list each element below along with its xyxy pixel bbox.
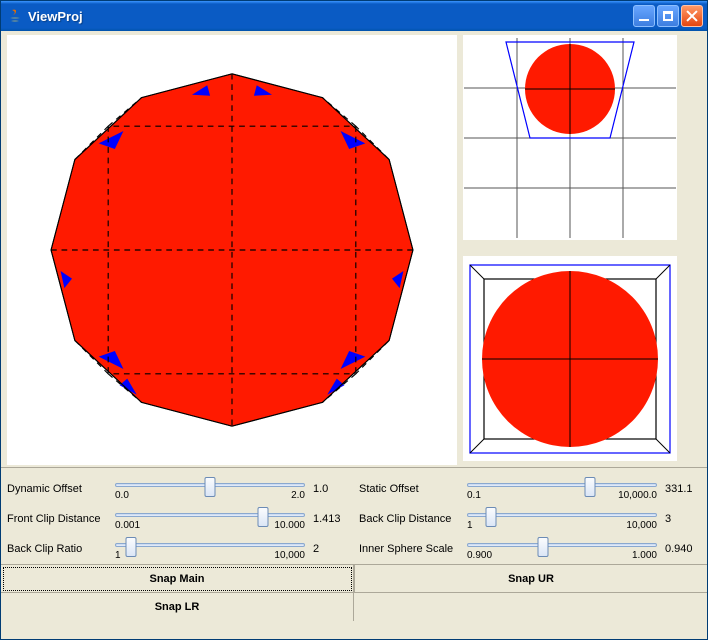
sliders-panel: Dynamic Offset 0.0 2.0 1.0 Static Offset… bbox=[1, 467, 707, 564]
slider-control[interactable]: 1 10,000 bbox=[463, 507, 661, 531]
window-control-buttons bbox=[633, 5, 703, 27]
snap-main-button[interactable]: Snap Main bbox=[1, 565, 354, 593]
front-clip-slider: Front Clip Distance 0.001 10.000 1.413 bbox=[7, 504, 349, 534]
snap-lr-button[interactable]: Snap LR bbox=[1, 593, 354, 621]
slider-label: Inner Sphere Scale bbox=[359, 543, 459, 555]
right-views-column bbox=[463, 35, 677, 465]
slider-control[interactable]: 0.900 1.000 bbox=[463, 537, 661, 561]
close-button[interactable] bbox=[681, 5, 703, 27]
slider-value: 3 bbox=[665, 513, 701, 525]
slider-label: Front Clip Distance bbox=[7, 513, 107, 525]
slider-value: 0.940 bbox=[665, 543, 701, 555]
static-offset-slider: Static Offset 0.1 10,000.0 331.1 bbox=[359, 474, 701, 504]
views-row bbox=[1, 31, 707, 467]
maximize-button[interactable] bbox=[657, 5, 679, 27]
slider-control[interactable]: 0.001 10.000 bbox=[111, 507, 309, 531]
slider-control[interactable]: 0.1 10,000.0 bbox=[463, 477, 661, 501]
slider-control[interactable]: 1 10,000 bbox=[111, 537, 309, 561]
back-clip-distance-slider: Back Clip Distance 1 10,000 3 bbox=[359, 504, 701, 534]
slider-value: 331.1 bbox=[665, 483, 701, 495]
slider-control[interactable]: 0.0 2.0 bbox=[111, 477, 309, 501]
snap-ur-button[interactable]: Snap UR bbox=[354, 565, 707, 593]
slider-label: Dynamic Offset bbox=[7, 483, 107, 495]
slider-label: Back Clip Ratio bbox=[7, 543, 107, 555]
slider-value: 2 bbox=[313, 543, 349, 555]
app-window: ViewProj bbox=[0, 0, 708, 640]
java-app-icon bbox=[7, 8, 23, 24]
titlebar[interactable]: ViewProj bbox=[1, 1, 707, 31]
slider-value: 1.413 bbox=[313, 513, 349, 525]
minimize-button[interactable] bbox=[633, 5, 655, 27]
main-3d-view[interactable] bbox=[7, 35, 457, 465]
dynamic-offset-slider: Dynamic Offset 0.0 2.0 1.0 bbox=[7, 474, 349, 504]
slider-value: 1.0 bbox=[313, 483, 349, 495]
content-area: Dynamic Offset 0.0 2.0 1.0 Static Offset… bbox=[1, 31, 707, 639]
lower-right-view[interactable] bbox=[463, 256, 677, 461]
inner-sphere-scale-slider: Inner Sphere Scale 0.900 1.000 0.940 bbox=[359, 534, 701, 564]
window-title: ViewProj bbox=[28, 9, 633, 24]
back-clip-ratio-slider: Back Clip Ratio 1 10,000 2 bbox=[7, 534, 349, 564]
slider-label: Back Clip Distance bbox=[359, 513, 459, 525]
slider-label: Static Offset bbox=[359, 483, 459, 495]
snap-buttons-row: Snap Main Snap UR Snap LR bbox=[1, 564, 707, 621]
upper-right-view[interactable] bbox=[463, 35, 677, 240]
